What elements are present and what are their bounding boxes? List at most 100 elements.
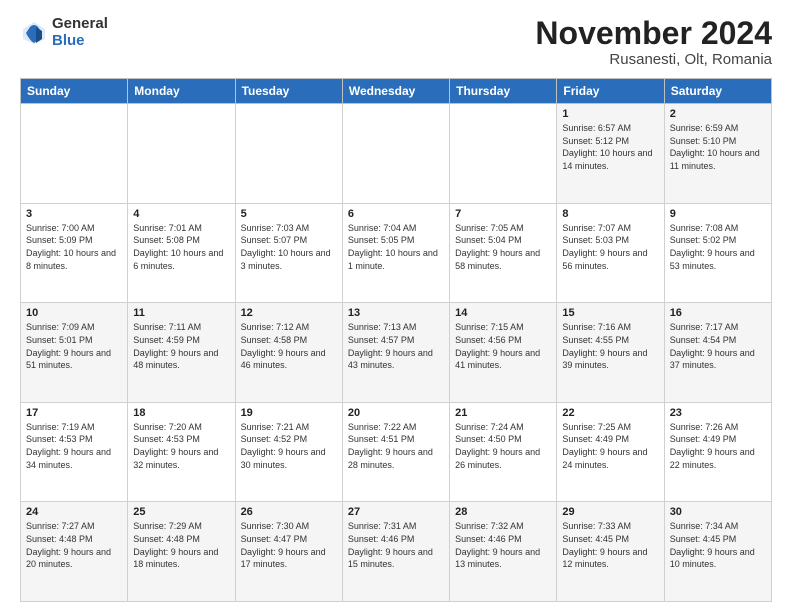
calendar-cell: 11 Sunrise: 7:11 AM Sunset: 4:59 PM Dayli… (128, 303, 235, 403)
cell-info: Sunrise: 7:33 AM Sunset: 4:45 PM Dayligh… (562, 520, 658, 570)
weekday-header-sunday: Sunday (21, 79, 128, 104)
logo-blue-text: Blue (52, 33, 108, 50)
calendar-cell: 19 Sunrise: 7:21 AM Sunset: 4:52 PM Dayli… (235, 402, 342, 502)
weekday-header-tuesday: Tuesday (235, 79, 342, 104)
calendar-cell: 17 Sunrise: 7:19 AM Sunset: 4:53 PM Dayli… (21, 402, 128, 502)
calendar-cell: 1 Sunrise: 6:57 AM Sunset: 5:12 PM Daylig… (557, 104, 664, 204)
calendar-cell: 16Sunrise: 7:17 AM Sunset: 4:54 PM Dayli… (664, 303, 771, 403)
cell-info: Sunrise: 7:04 AM Sunset: 5:05 PM Dayligh… (348, 222, 444, 272)
calendar-cell: 6 Sunrise: 7:04 AM Sunset: 5:05 PM Daylig… (342, 203, 449, 303)
calendar-cell (235, 104, 342, 204)
cell-info: Sunrise: 7:24 AM Sunset: 4:50 PM Dayligh… (455, 421, 551, 471)
calendar-cell: 13Sunrise: 7:13 AM Sunset: 4:57 PM Dayli… (342, 303, 449, 403)
logo-general-text: General (52, 16, 108, 33)
cell-info: Sunrise: 7:12 AM Sunset: 4:58 PM Dayligh… (241, 321, 337, 371)
day-number: 23 (670, 407, 766, 419)
calendar-row-2: 10 Sunrise: 7:09 AM Sunset: 5:01 PM Dayli… (21, 303, 772, 403)
calendar-cell: 29 Sunrise: 7:33 AM Sunset: 4:45 PM Dayli… (557, 502, 664, 602)
day-number: 27 (348, 506, 444, 518)
cell-info: Sunrise: 7:07 AM Sunset: 5:03 PM Dayligh… (562, 222, 658, 272)
cell-info: Sunrise: 7:03 AM Sunset: 5:07 PM Dayligh… (241, 222, 337, 272)
weekday-header-wednesday: Wednesday (342, 79, 449, 104)
day-number: 21 (455, 407, 551, 419)
calendar-cell: 9Sunrise: 7:08 AM Sunset: 5:02 PM Daylig… (664, 203, 771, 303)
calendar-cell: 5 Sunrise: 7:03 AM Sunset: 5:07 PM Daylig… (235, 203, 342, 303)
cell-info: Sunrise: 6:59 AM Sunset: 5:10 PM Dayligh… (670, 122, 766, 172)
day-number: 10 (26, 307, 122, 319)
cell-info: Sunrise: 6:57 AM Sunset: 5:12 PM Dayligh… (562, 122, 658, 172)
day-number: 25 (133, 506, 229, 518)
calendar-cell: 21 Sunrise: 7:24 AM Sunset: 4:50 PM Dayli… (450, 402, 557, 502)
day-number: 3 (26, 208, 122, 220)
cell-info: Sunrise: 7:20 AM Sunset: 4:53 PM Dayligh… (133, 421, 229, 471)
cell-info: Sunrise: 7:29 AM Sunset: 4:48 PM Dayligh… (133, 520, 229, 570)
cell-info: Sunrise: 7:09 AM Sunset: 5:01 PM Dayligh… (26, 321, 122, 371)
calendar-cell: 30 Sunrise: 7:34 AM Sunset: 4:45 PM Dayli… (664, 502, 771, 602)
calendar-cell: 27 Sunrise: 7:31 AM Sunset: 4:46 PM Dayli… (342, 502, 449, 602)
calendar-cell: 7 Sunrise: 7:05 AM Sunset: 5:04 PM Daylig… (450, 203, 557, 303)
calendar-cell: 25 Sunrise: 7:29 AM Sunset: 4:48 PM Dayli… (128, 502, 235, 602)
day-number: 28 (455, 506, 551, 518)
cell-info: Sunrise: 7:32 AM Sunset: 4:46 PM Dayligh… (455, 520, 551, 570)
day-number: 26 (241, 506, 337, 518)
calendar-page: General Blue November 2024 Rusanesti, Ol… (0, 0, 792, 612)
calendar-row-4: 24Sunrise: 7:27 AM Sunset: 4:48 PM Dayli… (21, 502, 772, 602)
cell-info: Sunrise: 7:11 AM Sunset: 4:59 PM Dayligh… (133, 321, 229, 371)
calendar-cell: 15 Sunrise: 7:16 AM Sunset: 4:55 PM Dayli… (557, 303, 664, 403)
location-subtitle: Rusanesti, Olt, Romania (535, 51, 772, 68)
logo: General Blue (20, 16, 108, 49)
cell-info: Sunrise: 7:00 AM Sunset: 5:09 PM Dayligh… (26, 222, 122, 272)
calendar-cell (450, 104, 557, 204)
day-number: 6 (348, 208, 444, 220)
calendar-cell: 4Sunrise: 7:01 AM Sunset: 5:08 PM Daylig… (128, 203, 235, 303)
calendar-cell: 22Sunrise: 7:25 AM Sunset: 4:49 PM Dayli… (557, 402, 664, 502)
calendar-row-3: 17 Sunrise: 7:19 AM Sunset: 4:53 PM Dayli… (21, 402, 772, 502)
weekday-header-row: SundayMondayTuesdayWednesdayThursdayFrid… (21, 79, 772, 104)
calendar-cell: 18Sunrise: 7:20 AM Sunset: 4:53 PM Dayli… (128, 402, 235, 502)
calendar-cell: 24Sunrise: 7:27 AM Sunset: 4:48 PM Dayli… (21, 502, 128, 602)
day-number: 4 (133, 208, 229, 220)
cell-info: Sunrise: 7:19 AM Sunset: 4:53 PM Dayligh… (26, 421, 122, 471)
day-number: 5 (241, 208, 337, 220)
calendar-table: SundayMondayTuesdayWednesdayThursdayFrid… (20, 78, 772, 602)
cell-info: Sunrise: 7:05 AM Sunset: 5:04 PM Dayligh… (455, 222, 551, 272)
day-number: 15 (562, 307, 658, 319)
cell-info: Sunrise: 7:26 AM Sunset: 4:49 PM Dayligh… (670, 421, 766, 471)
calendar-cell: 14 Sunrise: 7:15 AM Sunset: 4:56 PM Dayli… (450, 303, 557, 403)
day-number: 7 (455, 208, 551, 220)
calendar-cell: 23 Sunrise: 7:26 AM Sunset: 4:49 PM Dayli… (664, 402, 771, 502)
day-number: 29 (562, 506, 658, 518)
calendar-row-0: 1 Sunrise: 6:57 AM Sunset: 5:12 PM Daylig… (21, 104, 772, 204)
top-section: General Blue November 2024 Rusanesti, Ol… (20, 16, 772, 68)
weekday-header-thursday: Thursday (450, 79, 557, 104)
day-number: 22 (562, 407, 658, 419)
weekday-header-monday: Monday (128, 79, 235, 104)
header-right: November 2024 Rusanesti, Olt, Romania (535, 16, 772, 68)
cell-info: Sunrise: 7:17 AM Sunset: 4:54 PM Dayligh… (670, 321, 766, 371)
day-number: 30 (670, 506, 766, 518)
calendar-cell: 12Sunrise: 7:12 AM Sunset: 4:58 PM Dayli… (235, 303, 342, 403)
cell-info: Sunrise: 7:34 AM Sunset: 4:45 PM Dayligh… (670, 520, 766, 570)
month-title: November 2024 (535, 16, 772, 51)
day-number: 19 (241, 407, 337, 419)
day-number: 9 (670, 208, 766, 220)
weekday-header-saturday: Saturday (664, 79, 771, 104)
day-number: 24 (26, 506, 122, 518)
cell-info: Sunrise: 7:13 AM Sunset: 4:57 PM Dayligh… (348, 321, 444, 371)
day-number: 1 (562, 108, 658, 120)
day-number: 11 (133, 307, 229, 319)
calendar-cell (342, 104, 449, 204)
calendar-cell: 3 Sunrise: 7:00 AM Sunset: 5:09 PM Daylig… (21, 203, 128, 303)
day-number: 8 (562, 208, 658, 220)
cell-info: Sunrise: 7:15 AM Sunset: 4:56 PM Dayligh… (455, 321, 551, 371)
calendar-cell: 2Sunrise: 6:59 AM Sunset: 5:10 PM Daylig… (664, 104, 771, 204)
cell-info: Sunrise: 7:30 AM Sunset: 4:47 PM Dayligh… (241, 520, 337, 570)
day-number: 14 (455, 307, 551, 319)
calendar-cell (128, 104, 235, 204)
calendar-cell: 8 Sunrise: 7:07 AM Sunset: 5:03 PM Daylig… (557, 203, 664, 303)
cell-info: Sunrise: 7:31 AM Sunset: 4:46 PM Dayligh… (348, 520, 444, 570)
cell-info: Sunrise: 7:16 AM Sunset: 4:55 PM Dayligh… (562, 321, 658, 371)
cell-info: Sunrise: 7:21 AM Sunset: 4:52 PM Dayligh… (241, 421, 337, 471)
cell-info: Sunrise: 7:22 AM Sunset: 4:51 PM Dayligh… (348, 421, 444, 471)
day-number: 17 (26, 407, 122, 419)
